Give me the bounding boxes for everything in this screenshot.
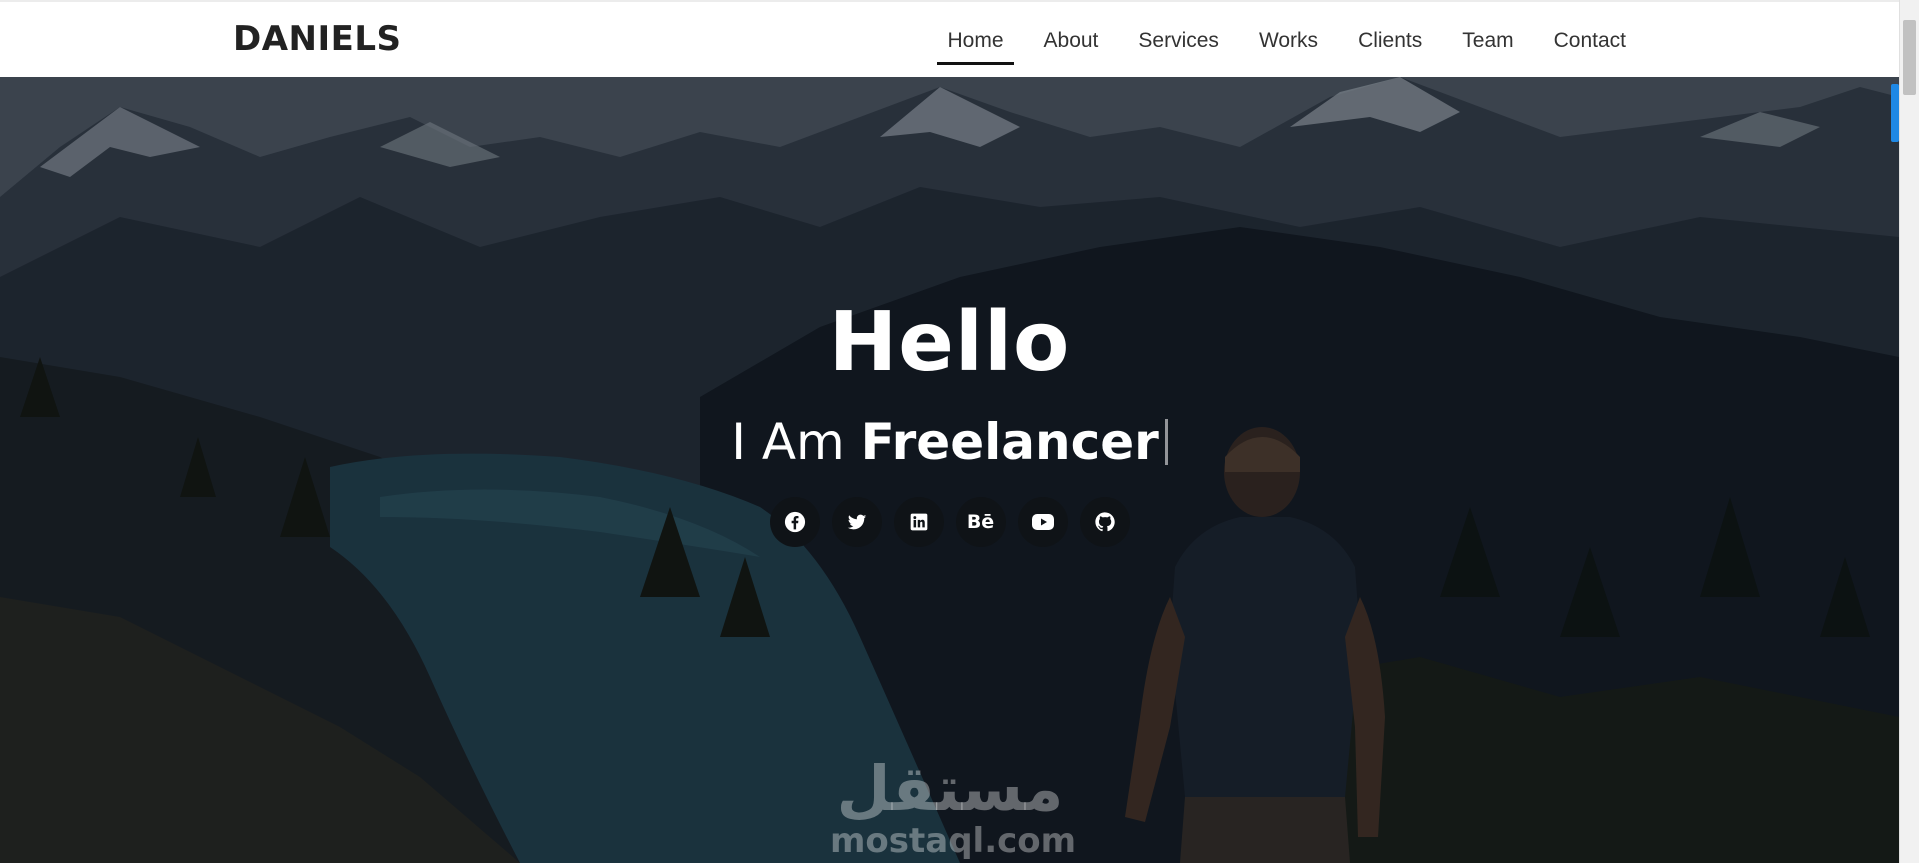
navbar: DANIELS Home About Services Works Client… <box>0 0 1899 77</box>
facebook-link[interactable] <box>769 497 820 547</box>
youtube-link[interactable] <box>1017 497 1068 547</box>
github-link[interactable] <box>1079 497 1130 547</box>
facebook-icon <box>784 511 805 533</box>
hero-subtitle: I Am Freelancer <box>0 412 1899 472</box>
twitter-icon <box>847 514 866 530</box>
behance-link[interactable]: Bē <box>955 497 1006 547</box>
nav-item-works[interactable]: Works <box>1239 26 1338 56</box>
page: DANIELS Home About Services Works Client… <box>0 0 1919 863</box>
nav-item-contact[interactable]: Contact <box>1534 26 1646 56</box>
social-links: Bē <box>0 497 1899 547</box>
youtube-icon <box>1031 514 1054 530</box>
scrollbar-thumb[interactable] <box>1903 20 1916 95</box>
nav-item-team[interactable]: Team <box>1442 26 1533 56</box>
main-nav: Home About Services Works Clients Team C… <box>927 26 1646 65</box>
hero-title: Hello <box>828 295 1071 390</box>
page-scrollbar[interactable] <box>1899 0 1919 863</box>
scroll-accent-bar <box>1891 84 1899 142</box>
brand-logo[interactable]: DANIELS <box>233 18 402 60</box>
hero-section: Hello I Am Freelancer Bē مستقل mostaql.c… <box>0 77 1899 863</box>
nav-item-services[interactable]: Services <box>1118 26 1239 56</box>
twitter-link[interactable] <box>831 497 882 547</box>
nav-item-about[interactable]: About <box>1024 26 1119 56</box>
nav-item-home[interactable]: Home <box>927 26 1023 65</box>
behance-icon: Bē <box>966 510 995 533</box>
watermark-arabic: مستقل <box>836 752 1064 825</box>
hero-subtitle-role: Freelancer <box>860 413 1159 471</box>
nav-item-clients[interactable]: Clients <box>1338 26 1442 56</box>
github-icon <box>1094 512 1115 532</box>
hero-subtitle-prefix: I Am <box>731 413 845 471</box>
watermark-latin: mostaql.com <box>830 821 1077 861</box>
typing-cursor <box>1164 419 1168 465</box>
linkedin-icon <box>910 513 927 531</box>
mostaql-watermark: مستقل mostaql.com <box>830 752 1077 862</box>
linkedin-link[interactable] <box>893 497 944 547</box>
